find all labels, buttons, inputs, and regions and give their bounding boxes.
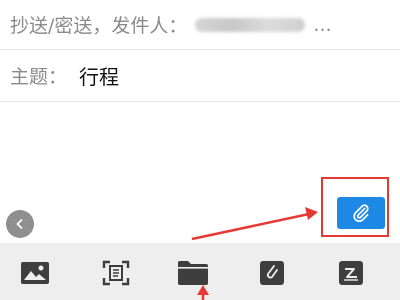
- ellipsis-text[interactable]: ...: [313, 14, 331, 36]
- image-icon: [21, 262, 49, 284]
- doodle-button[interactable]: [256, 257, 288, 289]
- insert-image-button[interactable]: [19, 257, 51, 289]
- paperclip-icon: [353, 204, 369, 223]
- scan-document-icon: [102, 260, 130, 286]
- subject-label: 主题：: [10, 66, 68, 88]
- bottom-toolbar: [0, 243, 400, 300]
- collapse-button[interactable]: [6, 210, 34, 238]
- sender-address-blurred: [195, 17, 306, 32]
- folder-icon: [178, 261, 208, 285]
- signature-button[interactable]: [335, 257, 367, 289]
- scan-document-button[interactable]: [100, 257, 132, 289]
- signature-icon: [339, 261, 363, 285]
- insert-file-button[interactable]: [177, 257, 209, 289]
- attach-button[interactable]: [337, 197, 385, 229]
- subject-input[interactable]: 行程: [79, 61, 119, 90]
- subject-row[interactable]: 主题： 行程: [0, 50, 400, 102]
- chevron-left-icon: [16, 219, 23, 229]
- cc-bcc-from-label: 抄送/密送，发件人：: [10, 15, 188, 37]
- doodle-icon: [260, 261, 284, 285]
- cc-bcc-from-row[interactable]: 抄送/密送，发件人： ...: [0, 0, 400, 50]
